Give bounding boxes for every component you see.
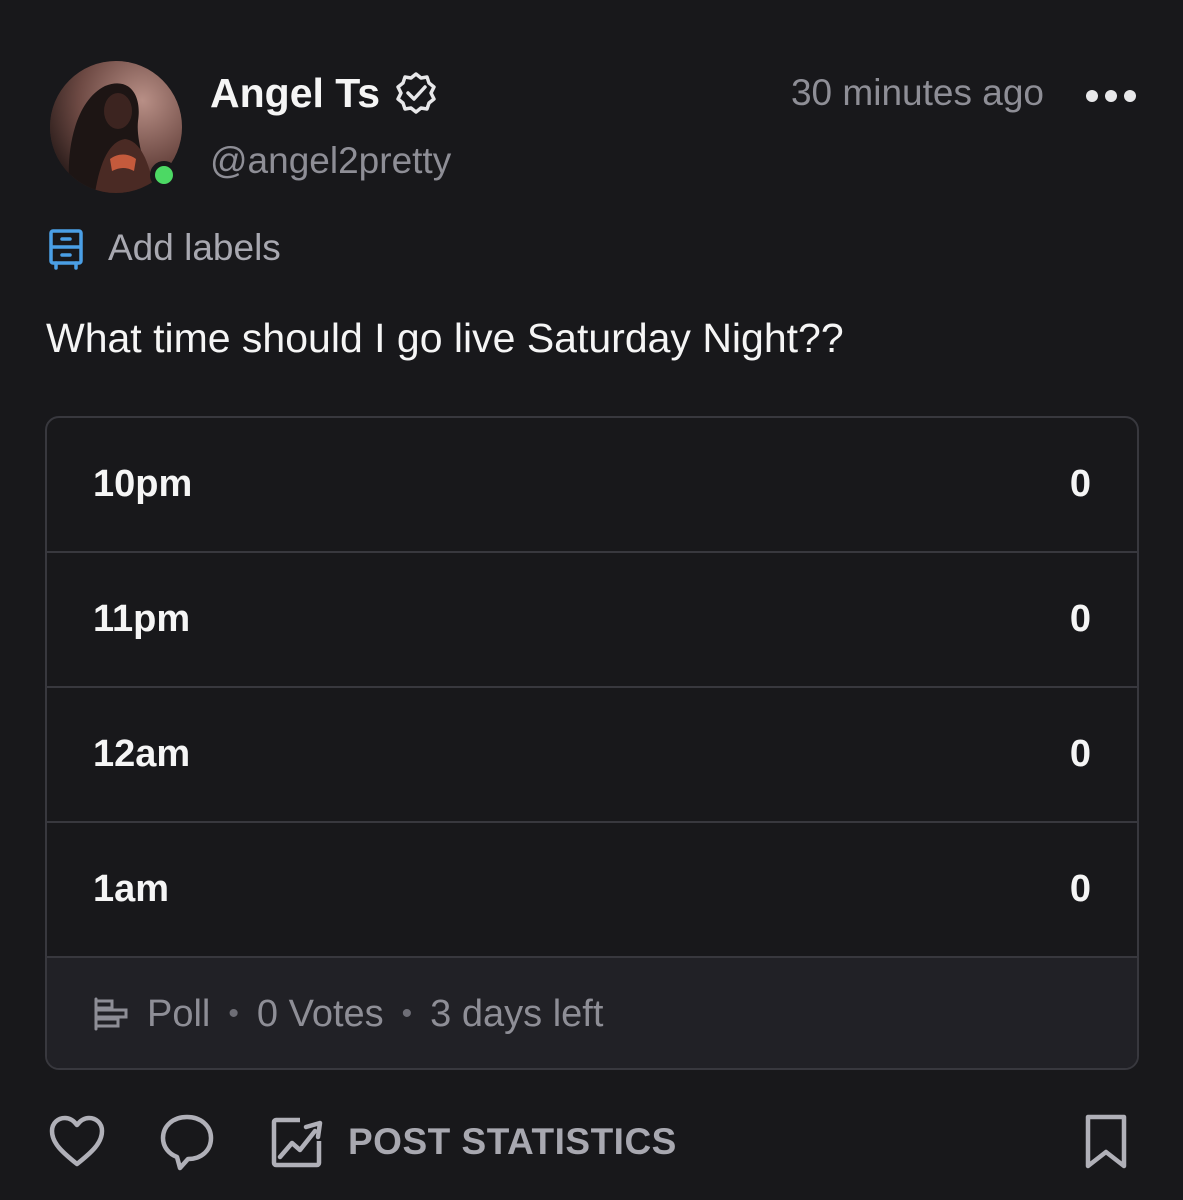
post-text: What time should I go live Saturday Nigh… <box>46 315 844 361</box>
comment-bubble-icon <box>158 1112 216 1172</box>
separator-dot: • <box>228 997 239 1030</box>
poll-option[interactable]: 11pm 0 <box>47 553 1137 688</box>
poll-option[interactable]: 10pm 0 <box>47 418 1137 553</box>
like-button[interactable] <box>48 1110 106 1174</box>
add-labels-label: Add labels <box>108 227 281 268</box>
bookmark-button[interactable] <box>1080 1110 1132 1174</box>
dot <box>1105 90 1117 102</box>
dot <box>1086 90 1098 102</box>
post-timestamp: 30 minutes ago <box>790 72 1044 113</box>
post-card: Angel Ts @angel2pretty 30 minutes ago Ad… <box>0 0 1183 1200</box>
poll-option-label: 10pm <box>93 463 193 505</box>
comment-button[interactable] <box>158 1110 216 1174</box>
online-status-dot <box>150 161 178 189</box>
poll-option[interactable]: 1am 0 <box>47 823 1137 958</box>
poll-option-count: 0 <box>1069 598 1091 640</box>
post-statistics-button[interactable]: POST STATISTICS <box>270 1110 677 1174</box>
author-name[interactable]: Angel Ts <box>210 68 438 118</box>
post-actions-bar: POST STATISTICS <box>0 1110 1183 1180</box>
poll-option-label: 11pm <box>93 598 191 640</box>
verified-badge-icon <box>394 71 438 115</box>
poll-type: Poll <box>147 992 211 1035</box>
poll-bars-icon <box>93 997 131 1031</box>
chart-image-icon <box>270 1115 326 1169</box>
avatar[interactable] <box>50 61 182 193</box>
bookmark-icon <box>1080 1113 1132 1171</box>
author-handle[interactable]: @angel2pretty <box>210 138 451 184</box>
dot <box>1124 90 1136 102</box>
poll-option-label: 1am <box>93 868 170 910</box>
poll-votes: 0 Votes <box>256 992 384 1035</box>
post-statistics-label: POST STATISTICS <box>348 1121 677 1162</box>
poll-option-count: 0 <box>1069 733 1091 775</box>
poll-option[interactable]: 12am 0 <box>47 688 1137 823</box>
author-name-text: Angel Ts <box>210 70 381 116</box>
more-dots-icon[interactable] <box>1086 84 1136 108</box>
poll-time-left: 3 days left <box>430 992 604 1035</box>
poll-footer: Poll • 0 Votes • 3 days left <box>47 958 1137 1068</box>
poll-option-count: 0 <box>1069 868 1091 910</box>
heart-icon <box>48 1114 106 1170</box>
poll-option-count: 0 <box>1069 463 1091 505</box>
separator-dot: • <box>401 997 413 1030</box>
label-cabinet-icon <box>48 226 84 270</box>
poll-option-label: 12am <box>93 733 191 775</box>
add-labels-button[interactable]: Add labels <box>48 225 281 271</box>
poll: 10pm 0 11pm 0 12am 0 1am 0 Poll • 0 Vote… <box>45 416 1139 1070</box>
